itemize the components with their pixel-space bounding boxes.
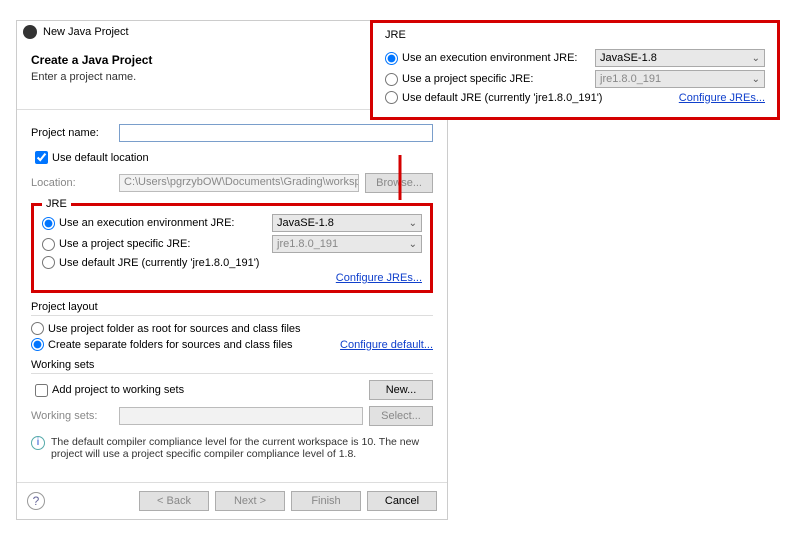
callout-configure-jres-link[interactable]: Configure JREs... <box>679 92 765 104</box>
working-sets-title: Working sets <box>31 359 433 371</box>
callout-jre-exec-env-select[interactable]: JavaSE-1.8 ⌄ <box>595 49 765 67</box>
next-button[interactable]: Next > <box>215 491 285 511</box>
location-path: C:\Users\pgrzybOW\Documents\Grading\work… <box>119 174 359 192</box>
browse-button[interactable]: Browse... <box>365 173 433 193</box>
compliance-info: i The default compiler compliance level … <box>31 436 433 460</box>
callout-jre-project-specific-select[interactable]: jre1.8.0_191 ⌄ <box>595 70 765 88</box>
jre-default-radio[interactable] <box>42 256 55 269</box>
chevron-down-icon: ⌄ <box>409 218 417 229</box>
configure-layout-link[interactable]: Configure default... <box>340 339 433 351</box>
back-button[interactable]: < Back <box>139 491 209 511</box>
callout-jre-exec-env-radio[interactable] <box>385 52 398 65</box>
cancel-button[interactable]: Cancel <box>367 491 437 511</box>
window-title: New Java Project <box>43 26 129 38</box>
jre-group: JRE Use an execution environment JRE: Ja… <box>31 203 433 293</box>
callout-jre-default-radio[interactable] <box>385 91 398 104</box>
add-to-working-sets-checkbox[interactable] <box>35 384 48 397</box>
project-name-label: Project name: <box>31 127 119 139</box>
info-icon: i <box>31 436 45 450</box>
use-default-location-checkbox[interactable] <box>35 151 48 164</box>
callout-jre-project-specific-radio[interactable] <box>385 73 398 86</box>
jre-project-specific-label: Use a project specific JRE: <box>59 238 272 250</box>
jre-project-specific-radio[interactable] <box>42 238 55 251</box>
working-sets-new-button[interactable]: New... <box>369 380 433 400</box>
project-name-input[interactable] <box>119 124 433 142</box>
working-sets-select <box>119 407 363 425</box>
chevron-down-icon: ⌄ <box>752 74 760 85</box>
chevron-down-icon: ⌄ <box>409 239 417 250</box>
working-sets-select-button[interactable]: Select... <box>369 406 433 426</box>
layout-separate-folders-label: Create separate folders for sources and … <box>48 339 340 351</box>
layout-single-folder-radio[interactable] <box>31 322 44 335</box>
working-sets-list-label: Working sets: <box>31 410 119 422</box>
finish-button[interactable]: Finish <box>291 491 361 511</box>
help-icon[interactable]: ? <box>27 492 45 510</box>
use-default-location-label: Use default location <box>52 152 149 164</box>
layout-separate-folders-radio[interactable] <box>31 338 44 351</box>
jre-default-label: Use default JRE (currently 'jre1.8.0_191… <box>59 257 422 269</box>
layout-single-folder-label: Use project folder as root for sources a… <box>48 323 433 335</box>
jre-callout: JRE Use an execution environment JRE: Ja… <box>370 20 780 120</box>
compliance-info-text: The default compiler compliance level fo… <box>51 436 433 460</box>
project-layout-title: Project layout <box>31 301 433 313</box>
callout-jre-default-label: Use default JRE (currently 'jre1.8.0_191… <box>402 92 679 104</box>
jre-callout-title: JRE <box>385 29 765 41</box>
wizard-button-bar: ? < Back Next > Finish Cancel <box>17 482 447 519</box>
add-to-working-sets-label: Add project to working sets <box>52 384 369 396</box>
location-label: Location: <box>31 177 119 189</box>
jre-exec-env-radio[interactable] <box>42 217 55 230</box>
app-icon <box>23 25 37 39</box>
jre-exec-env-select[interactable]: JavaSE-1.8 ⌄ <box>272 214 422 232</box>
callout-jre-exec-env-label: Use an execution environment JRE: <box>402 52 595 64</box>
chevron-down-icon: ⌄ <box>752 53 760 64</box>
jre-exec-env-label: Use an execution environment JRE: <box>59 217 272 229</box>
configure-jres-link[interactable]: Configure JREs... <box>336 272 422 284</box>
callout-jre-project-specific-label: Use a project specific JRE: <box>402 73 595 85</box>
jre-group-title: JRE <box>42 198 71 210</box>
jre-project-specific-select[interactable]: jre1.8.0_191 ⌄ <box>272 235 422 253</box>
